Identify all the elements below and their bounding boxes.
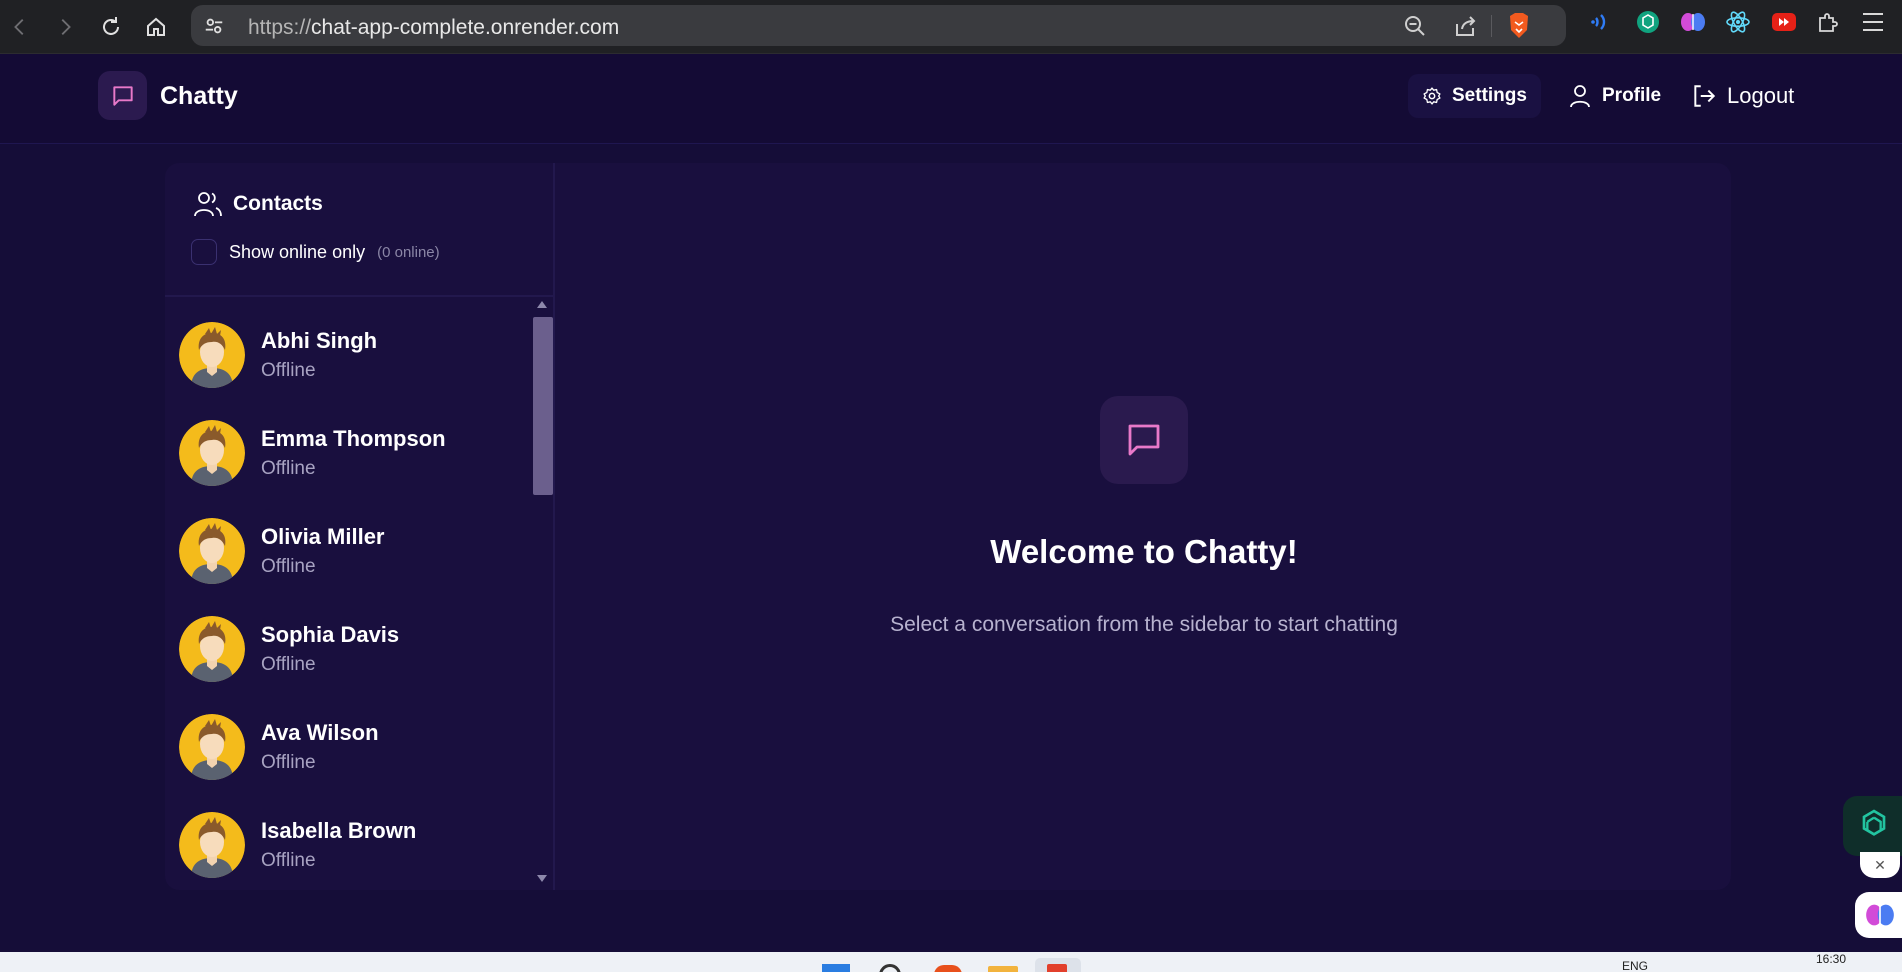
site-settings-icon[interactable] xyxy=(203,15,225,37)
online-filter-label: Show online only xyxy=(229,241,366,262)
scroll-down-arrow-icon[interactable] xyxy=(537,875,547,882)
brave-shield-icon[interactable] xyxy=(1507,12,1531,40)
active-app-icon[interactable] xyxy=(1035,958,1081,972)
chatgpt-extension-icon[interactable] xyxy=(1635,9,1661,35)
separator xyxy=(1491,15,1492,37)
sidebar-header: Contacts Show online only (0 online) xyxy=(165,163,553,297)
url-host: chat-app-complete.onrender.com xyxy=(311,16,620,39)
close-floating-icon[interactable]: ✕ xyxy=(1860,852,1900,878)
logout-icon xyxy=(1691,83,1717,109)
contact-name: Emma Thompson xyxy=(261,426,446,451)
wifi-extension-icon[interactable] xyxy=(1589,9,1615,35)
contact-status: Offline xyxy=(261,752,316,773)
online-count: (0 online) xyxy=(377,243,440,261)
windows-start-icon[interactable] xyxy=(822,964,850,972)
zoom-out-icon[interactable] xyxy=(1403,14,1427,38)
avatar xyxy=(179,518,245,584)
profile-label: Profile xyxy=(1602,85,1662,106)
contact-name: Ava Wilson xyxy=(261,720,379,745)
online-filter[interactable]: Show online only (0 online) xyxy=(191,239,440,265)
contact-item[interactable]: Abhi Singh Offline xyxy=(179,322,519,402)
contact-name: Sophia Davis xyxy=(261,622,400,647)
url-text: https://chat-app-complete.onrender.com xyxy=(248,16,619,40)
contact-item[interactable]: Ava Wilson Offline xyxy=(179,714,519,794)
welcome-message-icon xyxy=(1100,396,1188,484)
os-taskbar: ENG 16:30 xyxy=(0,952,1902,972)
contact-item[interactable]: Olivia Miller Offline xyxy=(179,518,519,598)
contact-status: Offline xyxy=(261,850,316,871)
contact-name: Abhi Singh xyxy=(261,328,378,353)
brain-extension-icon[interactable] xyxy=(1680,9,1706,35)
extensions-puzzle-icon[interactable] xyxy=(1815,9,1841,35)
contact-list-scrollbar[interactable] xyxy=(531,297,553,890)
url-scheme: https:// xyxy=(248,16,312,39)
back-icon[interactable] xyxy=(2,9,38,45)
logout-label: Logout xyxy=(1727,83,1795,108)
contact-status: Offline xyxy=(261,654,316,675)
contacts-title: Contacts xyxy=(233,192,323,215)
scroll-thumb[interactable] xyxy=(533,317,553,495)
user-icon xyxy=(1568,83,1592,109)
contact-list: Abhi Singh Offline Emma Thompson Offline… xyxy=(165,297,535,890)
avatar xyxy=(179,812,245,878)
language-indicator[interactable]: ENG xyxy=(1622,959,1648,972)
contact-status: Offline xyxy=(261,556,316,577)
chatgpt-floating-icon[interactable] xyxy=(1843,796,1902,856)
contact-status: Offline xyxy=(261,458,316,479)
contacts-sidebar: Contacts Show online only (0 online) Abh… xyxy=(165,163,555,890)
logo[interactable] xyxy=(98,71,147,120)
react-devtools-icon[interactable] xyxy=(1725,9,1751,35)
gear-icon xyxy=(1422,86,1442,106)
chat-container: Contacts Show online only (0 online) Abh… xyxy=(165,163,1731,890)
search-icon[interactable] xyxy=(879,964,901,972)
welcome-subtitle: Select a conversation from the sidebar t… xyxy=(890,613,1398,636)
users-icon xyxy=(193,190,223,218)
settings-label: Settings xyxy=(1452,85,1527,106)
contact-name: Isabella Brown xyxy=(261,818,417,843)
scroll-up-arrow-icon[interactable] xyxy=(537,301,547,308)
home-icon[interactable] xyxy=(138,9,174,45)
avatar xyxy=(179,714,245,780)
online-only-checkbox[interactable] xyxy=(191,239,217,265)
brain-floating-icon[interactable] xyxy=(1855,892,1902,938)
contact-name: Olivia Miller xyxy=(261,524,385,549)
folder-icon[interactable] xyxy=(988,966,1018,972)
contact-item[interactable]: Emma Thompson Offline xyxy=(179,420,519,500)
contact-status: Offline xyxy=(261,360,316,381)
reload-icon[interactable] xyxy=(93,9,129,45)
youtube-extension-icon[interactable] xyxy=(1771,9,1797,35)
menu-icon[interactable] xyxy=(1860,9,1886,35)
contact-item[interactable]: Sophia Davis Offline xyxy=(179,616,519,696)
app-header: Chatty Settings Profile Logout xyxy=(0,54,1902,144)
contact-item[interactable]: Isabella Brown Offline xyxy=(179,812,519,890)
message-square-icon xyxy=(112,85,133,106)
share-icon[interactable] xyxy=(1453,14,1479,38)
address-bar[interactable]: https://chat-app-complete.onrender.com xyxy=(191,5,1566,46)
brand-name[interactable]: Chatty xyxy=(160,82,238,111)
avatar xyxy=(179,616,245,682)
forward-icon[interactable] xyxy=(47,9,83,45)
settings-button[interactable]: Settings xyxy=(1408,74,1541,118)
logout-button[interactable]: Logout xyxy=(1691,74,1794,118)
profile-button[interactable]: Profile xyxy=(1568,74,1661,118)
avatar xyxy=(179,322,245,388)
welcome-title: Welcome to Chatty! xyxy=(990,533,1298,570)
clock-time[interactable]: 16:30 xyxy=(1816,952,1846,966)
avatar xyxy=(179,420,245,486)
brave-taskbar-icon[interactable] xyxy=(934,965,962,972)
browser-toolbar: https://chat-app-complete.onrender.com xyxy=(0,0,1902,54)
contacts-heading: Contacts xyxy=(193,190,323,218)
